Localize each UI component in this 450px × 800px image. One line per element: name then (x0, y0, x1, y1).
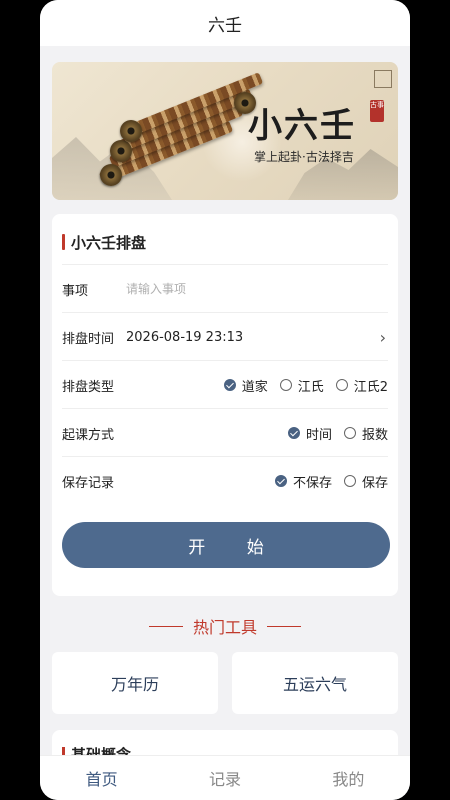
matter-input[interactable] (126, 282, 326, 296)
banner-slogan: 掌上起卦·古法择吉 (254, 150, 354, 164)
tool-wuyun-liuqi-button[interactable]: 五运六气 (232, 652, 398, 714)
radio-checked-icon (287, 427, 300, 439)
banner-title: 小六壬 (248, 106, 356, 146)
title-accent-bar (62, 234, 65, 250)
bottom-tab-bar: 首页 记录 我的 (40, 755, 410, 800)
divider-line (267, 625, 301, 627)
radio-unchecked-icon (279, 379, 292, 391)
hot-tools-heading: 热门工具 (40, 614, 410, 638)
time-label: 排盘时间 (62, 331, 115, 347)
type-row: 排盘类型 道家 江氏 江氏2 (62, 360, 388, 409)
coin-icon (110, 140, 132, 162)
app-screen: 六壬 小六壬 古事 掌上起卦·古法择吉 小六壬排盘 事项 请输入事项 排盘时间 … (40, 0, 410, 800)
tab-mine[interactable]: 我的 (287, 756, 410, 800)
tab-records[interactable]: 记录 (163, 756, 286, 800)
type-option-daojia[interactable]: 道家 (223, 376, 268, 395)
page-title: 六壬 (208, 15, 242, 36)
method-option-number[interactable]: 报数 (343, 424, 388, 443)
type-option-jiangshi2[interactable]: 江氏2 (335, 376, 388, 395)
paipan-form-card: 小六壬排盘 事项 排盘时间 2026-08-19 23:13 › 排盘类型 道家… (52, 214, 398, 596)
coin-icon (120, 120, 142, 142)
save-option-yes[interactable]: 保存 (343, 472, 388, 491)
start-button[interactable]: 开 始 (62, 522, 390, 568)
type-label: 排盘类型 (62, 379, 115, 395)
save-label: 保存记录 (62, 475, 115, 491)
time-row[interactable]: 排盘时间 2026-08-19 23:13 › (62, 312, 388, 361)
title-bar: 六壬 (40, 0, 410, 46)
form-title: 小六壬排盘 (62, 232, 146, 252)
radio-checked-icon (223, 379, 236, 391)
method-label: 起课方式 (62, 427, 115, 443)
radio-unchecked-icon (343, 427, 356, 439)
divination-sticks-illustration (96, 72, 264, 196)
radio-unchecked-icon (335, 379, 348, 391)
time-value: 2026-08-19 23:13 (126, 329, 244, 345)
matter-row: 事项 (62, 264, 388, 313)
tool-calendar-button[interactable]: 万年历 (52, 652, 218, 714)
banner-image[interactable]: 小六壬 古事 掌上起卦·古法择吉 (52, 62, 398, 200)
seal-decoration: 古事 (370, 100, 384, 122)
coin-icon (100, 164, 122, 186)
chevron-right-icon: › (379, 328, 386, 347)
method-option-time[interactable]: 时间 (287, 424, 332, 443)
radio-checked-icon (274, 475, 287, 487)
matter-label: 事项 (62, 283, 89, 299)
radio-unchecked-icon (343, 475, 356, 487)
method-row: 起课方式 时间 报数 (62, 408, 388, 457)
tab-home[interactable]: 首页 (40, 756, 163, 800)
type-option-jiangshi[interactable]: 江氏 (279, 376, 324, 395)
stamp-decoration (374, 70, 392, 88)
save-option-no[interactable]: 不保存 (274, 472, 332, 491)
divider-line (148, 625, 183, 627)
save-row: 保存记录 不保存 保存 (62, 456, 388, 505)
